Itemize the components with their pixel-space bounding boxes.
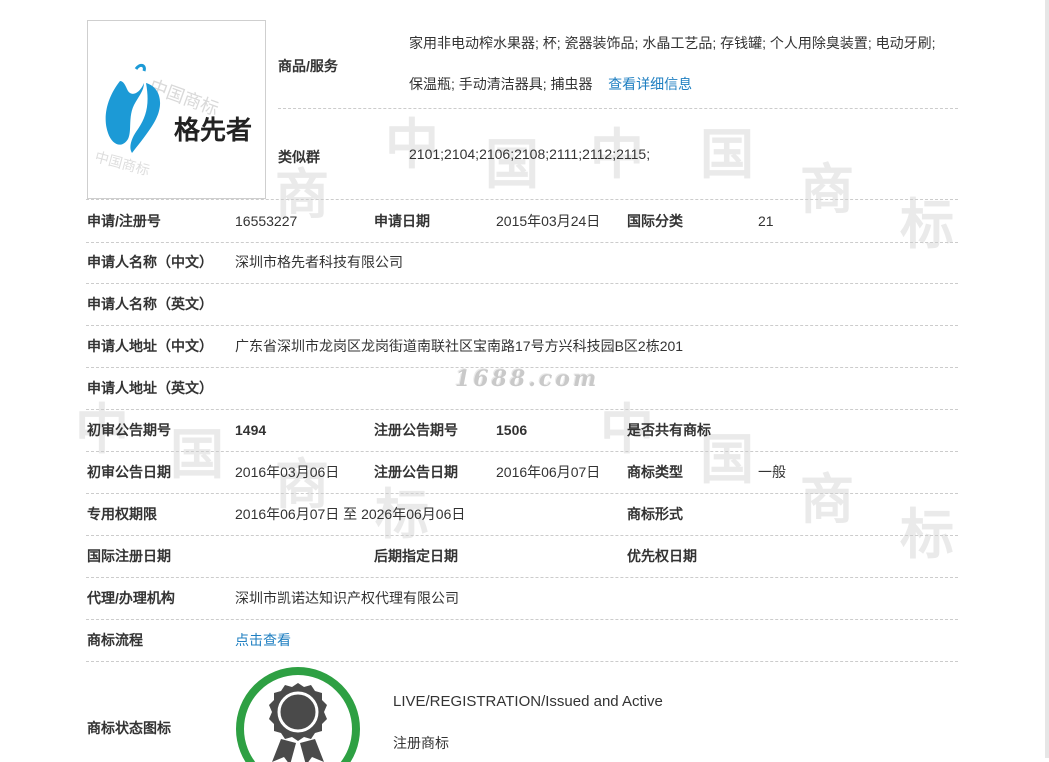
- prelim-date-value: 2016年03月06日: [235, 464, 340, 480]
- svg-text:中国商标: 中国商标: [93, 149, 151, 179]
- table-row: 申请人地址（中文） 广东省深圳市龙岗区龙岗街道南联社区宝南路17号方兴科技园B区…: [86, 325, 958, 368]
- similar-group-value: 2101;2104;2106;2108;2111;2112;2115;: [409, 146, 651, 162]
- app-date-label: 申请日期: [374, 213, 430, 229]
- intl-class-label: 国际分类: [627, 213, 683, 229]
- watermark-glyph: 国: [700, 123, 754, 186]
- reg-no-value: 16553227: [235, 213, 298, 229]
- table-row: 申请人地址（英文）: [86, 367, 958, 410]
- tm-type-value: 一般: [758, 464, 786, 480]
- table-row: 申请/注册号 16553227 申请日期 2015年03月24日 国际分类 21: [86, 199, 958, 243]
- applicant-cn-value: 深圳市格先者科技有限公司: [235, 254, 403, 270]
- prelim-issue-value: 1494: [235, 422, 267, 438]
- later-date-label: 后期指定日期: [374, 548, 458, 564]
- vertical-scrollbar[interactable]: [1045, 0, 1049, 758]
- app-date-value: 2015年03月24日: [496, 213, 601, 229]
- reg-date-value: 2016年06月07日: [496, 464, 601, 480]
- reg-issue-value: 1506: [496, 422, 528, 438]
- tm-form-label: 商标形式: [627, 506, 683, 522]
- address-cn-label: 申请人地址（中文）: [87, 338, 213, 354]
- exclusive-value: 2016年06月07日 至 2026年06月06日: [235, 506, 466, 522]
- applicant-en-label: 申请人名称（英文）: [87, 296, 213, 312]
- status-cn-text: 注册商标: [393, 735, 449, 751]
- agent-value: 深圳市凯诺达知识产权代理有限公司: [235, 590, 459, 606]
- shared-label: 是否共有商标: [627, 422, 711, 438]
- table-row: 国际注册日期 后期指定日期 优先权日期: [86, 535, 958, 578]
- table-row: 申请人名称（中文） 深圳市格先者科技有限公司: [86, 241, 958, 284]
- tm-type-label: 商标类型: [627, 464, 683, 480]
- similar-group-label: 类似群: [278, 149, 320, 165]
- reg-issue-label: 注册公告期号: [374, 422, 458, 438]
- table-row: 商标流程 点击查看: [86, 619, 958, 662]
- reg-no-label: 申请/注册号: [87, 213, 161, 229]
- priority-date-label: 优先权日期: [627, 548, 697, 564]
- table-row: 专用权期限 2016年06月07日 至 2026年06月06日 商标形式: [86, 493, 958, 536]
- table-row: 代理/办理机构 深圳市凯诺达知识产权代理有限公司: [86, 577, 958, 620]
- svg-text:格先者: 格先者: [174, 115, 252, 146]
- flow-view-link[interactable]: 点击查看: [235, 619, 291, 661]
- status-icon-label: 商标状态图标: [87, 720, 171, 736]
- divider: [278, 108, 958, 109]
- goods-detail-link[interactable]: 查看详细信息: [608, 76, 692, 92]
- status-en-text: LIVE/REGISTRATION/Issued and Active: [393, 693, 663, 710]
- table-row: 初审公告期号 1494 注册公告期号 1506 是否共有商标: [86, 409, 958, 452]
- agent-label: 代理/办理机构: [87, 590, 175, 606]
- address-cn-value: 广东省深圳市龙岗区龙岗街道南联社区宝南路17号方兴科技园B区2栋201: [235, 338, 684, 354]
- reg-date-label: 注册公告日期: [374, 464, 458, 480]
- table-row: 初审公告日期 2016年03月06日 注册公告日期 2016年06月07日 商标…: [86, 451, 958, 494]
- prelim-issue-label: 初审公告期号: [87, 422, 171, 438]
- logo-emblem-icon: 中国商标 中国商标 格先者: [93, 63, 252, 179]
- applicant-cn-label: 申请人名称（中文）: [87, 254, 213, 270]
- intl-reg-date-label: 国际注册日期: [87, 548, 171, 564]
- address-en-label: 申请人地址（英文）: [87, 380, 213, 396]
- prelim-date-label: 初审公告日期: [87, 464, 171, 480]
- goods-label: 商品/服务: [278, 58, 338, 74]
- trademark-logo-image: 中国商标 中国商标 格先者: [87, 20, 266, 199]
- registered-medal-icon: [236, 667, 360, 762]
- exclusive-label: 专用权期限: [87, 506, 157, 522]
- intl-class-value: 21: [758, 213, 774, 229]
- goods-value: 家用非电动榨水果器; 杯; 瓷器装饰品; 水晶工艺品; 存钱罐; 个人用除臭装置…: [409, 23, 949, 105]
- table-row: 申请人名称（英文）: [86, 283, 958, 326]
- flow-label: 商标流程: [87, 632, 143, 648]
